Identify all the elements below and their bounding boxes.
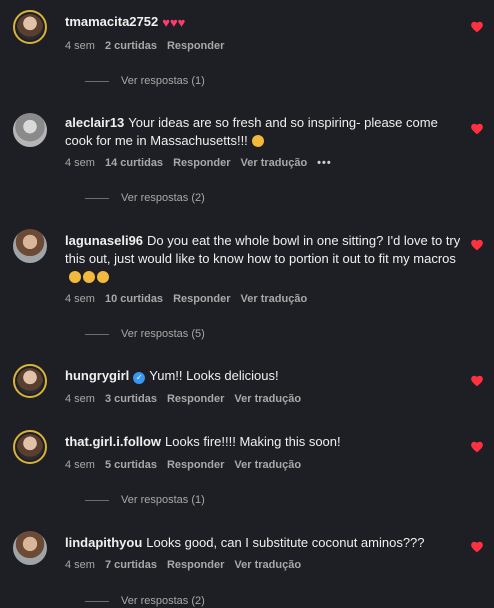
comment-time: 4 sem	[65, 393, 95, 405]
reply-button[interactable]: Responder	[173, 157, 230, 169]
smile-emoji-icon	[69, 271, 81, 283]
comment-body: Looks good, can I substitute coconut ami…	[146, 535, 425, 550]
comment-meta: 4 sem 7 curtidas Responder Ver tradução	[65, 559, 311, 571]
reply-button[interactable]: Responder	[173, 293, 230, 305]
likes-count[interactable]: 5 curtidas	[105, 459, 157, 471]
heart-emoji-icon: ♥	[177, 14, 186, 30]
heart-icon[interactable]	[470, 122, 484, 136]
smile-emoji-icon	[97, 271, 109, 283]
heart-icon[interactable]	[470, 440, 484, 454]
comment-text: that.girl.i.follow Looks fire!!!! Making …	[65, 433, 465, 451]
view-replies-label: Ver respostas (2)	[121, 595, 205, 607]
avatar[interactable]	[13, 229, 47, 263]
heart-icon[interactable]	[470, 238, 484, 252]
view-replies-label: Ver respostas (1)	[121, 494, 205, 506]
view-replies-button[interactable]: Ver respostas (1)	[85, 494, 205, 506]
comment-username[interactable]: that.girl.i.follow	[65, 434, 161, 449]
smile-emoji-icon	[83, 271, 95, 283]
view-replies-button[interactable]: Ver respostas (1)	[85, 75, 205, 87]
grin-emoji-icon	[251, 135, 264, 147]
comment-username[interactable]: tmamacita2752	[65, 14, 158, 29]
reply-button[interactable]: Responder	[167, 459, 224, 471]
translate-button[interactable]: Ver tradução	[241, 293, 308, 305]
avatar[interactable]	[13, 364, 47, 398]
avatar[interactable]	[13, 531, 47, 565]
comment-text: lagunaseli96 Do you eat the whole bowl in…	[65, 232, 465, 286]
comment-meta: 4 sem 10 curtidas Responder Ver tradução	[65, 293, 317, 305]
comment-username[interactable]: lagunaseli96	[65, 233, 143, 248]
likes-count[interactable]: 3 curtidas	[105, 393, 157, 405]
comment-time: 4 sem	[65, 293, 95, 305]
comment-time: 4 sem	[65, 459, 95, 471]
more-options-icon[interactable]: •••	[317, 157, 332, 169]
comment-username[interactable]: aleclair13	[65, 115, 124, 130]
comment-username[interactable]: lindapithyou	[65, 535, 142, 550]
avatar[interactable]	[13, 113, 47, 147]
comment-text: tmamacita2752 ♥ ♥ ♥	[65, 13, 465, 32]
comment-body: Looks fire!!!! Making this soon!	[165, 434, 341, 449]
translate-button[interactable]: Ver tradução	[234, 559, 301, 571]
comment-text: hungrygirl ✓ Yum!! Looks delicious!	[65, 367, 465, 385]
likes-count[interactable]: 10 curtidas	[105, 293, 163, 305]
comment-text: aleclair13 Your ideas are so fresh and so…	[65, 114, 465, 150]
reply-button[interactable]: Responder	[167, 559, 224, 571]
heart-icon[interactable]	[470, 20, 484, 34]
comment-meta: 4 sem 14 curtidas Responder Ver tradução •••	[65, 157, 342, 169]
replies-divider	[85, 80, 109, 82]
translate-button[interactable]: Ver tradução	[234, 459, 301, 471]
comment-time: 4 sem	[65, 559, 95, 571]
view-replies-label: Ver respostas (1)	[121, 75, 205, 87]
heart-emoji-icon: ♥	[169, 14, 178, 30]
comment-text: lindapithyou Looks good, can I substitute…	[65, 534, 465, 552]
comment-meta: 4 sem 5 curtidas Responder Ver tradução	[65, 459, 311, 471]
translate-button[interactable]: Ver tradução	[241, 157, 308, 169]
heart-emoji-icon: ♥	[162, 14, 170, 30]
verified-badge-icon: ✓	[133, 372, 146, 384]
likes-count[interactable]: 14 curtidas	[105, 157, 163, 169]
view-replies-button[interactable]: Ver respostas (2)	[85, 595, 205, 607]
replies-divider	[85, 499, 109, 501]
translate-button[interactable]: Ver tradução	[234, 393, 301, 405]
comment-time: 4 sem	[65, 157, 95, 169]
avatar[interactable]	[13, 10, 47, 44]
view-replies-button[interactable]: Ver respostas (5)	[85, 328, 205, 340]
likes-count[interactable]: 2 curtidas	[105, 40, 157, 52]
likes-count[interactable]: 7 curtidas	[105, 559, 157, 571]
comment-meta: 4 sem 3 curtidas Responder Ver tradução	[65, 393, 311, 405]
view-replies-button[interactable]: Ver respostas (2)	[85, 192, 205, 204]
view-replies-label: Ver respostas (2)	[121, 192, 205, 204]
comment-username[interactable]: hungrygirl	[65, 368, 129, 383]
heart-icon[interactable]	[470, 540, 484, 554]
reply-button[interactable]: Responder	[167, 393, 224, 405]
reply-button[interactable]: Responder	[167, 40, 224, 52]
comments-list: tmamacita2752 ♥ ♥ ♥ 4 sem 2 curtidas Respon…	[0, 0, 494, 608]
comment-body: Yum!! Looks delicious!	[149, 368, 279, 383]
replies-divider	[85, 197, 109, 199]
comment-meta: 4 sem 2 curtidas Responder	[65, 40, 234, 52]
comment-time: 4 sem	[65, 40, 95, 52]
view-replies-label: Ver respostas (5)	[121, 328, 205, 340]
avatar[interactable]	[13, 430, 47, 464]
replies-divider	[85, 600, 109, 602]
heart-icon[interactable]	[470, 374, 484, 388]
replies-divider	[85, 333, 109, 335]
